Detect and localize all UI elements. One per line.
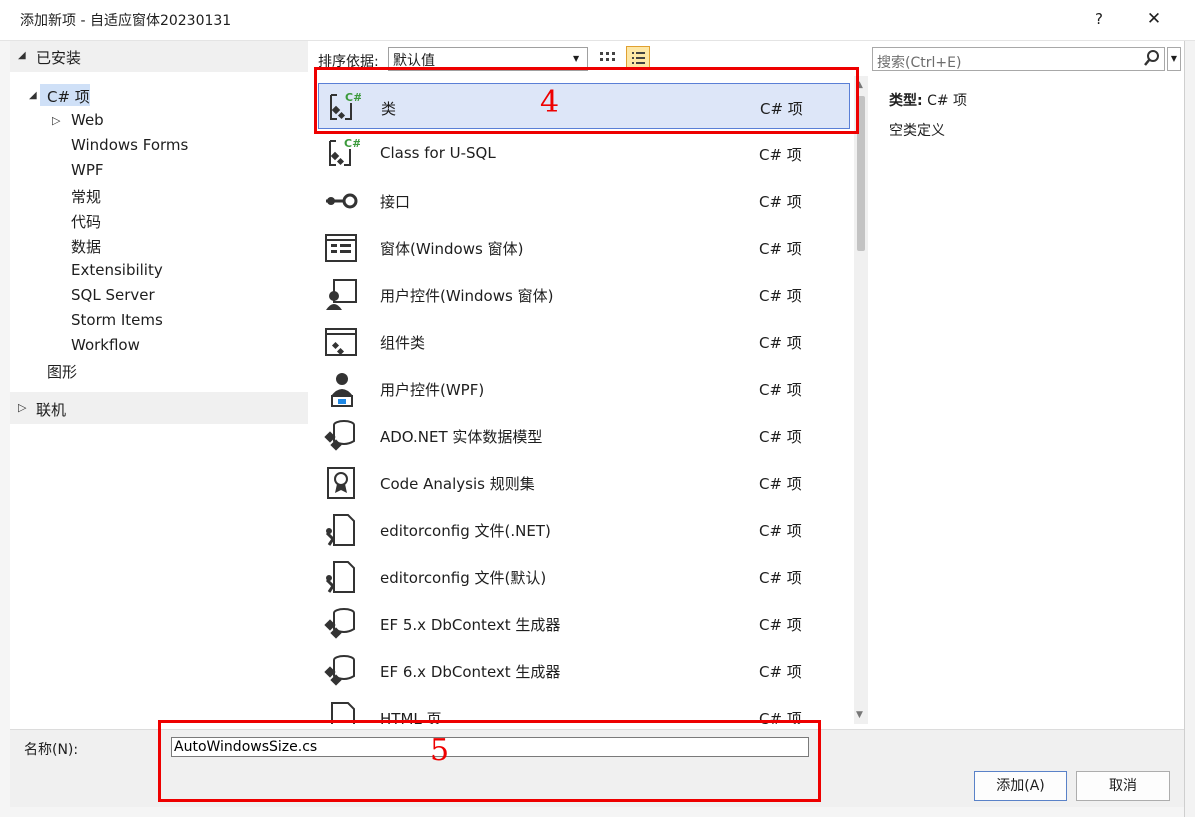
template-type: C# 项	[759, 522, 802, 540]
template-name: EF 6.x DbContext 生成器	[380, 663, 561, 681]
template-item[interactable]: C# Class for U-SQL C# 项	[318, 130, 850, 176]
add-button[interactable]: 添加(A)	[974, 771, 1067, 801]
online-label: 联机	[36, 401, 67, 419]
tree-item-data[interactable]: 数据	[71, 236, 101, 257]
data-model-icon	[322, 417, 360, 455]
name-label: 名称(N):	[24, 742, 79, 758]
template-name: editorconfig 文件(.NET)	[380, 522, 551, 540]
background-editor-left	[0, 40, 10, 817]
template-name: editorconfig 文件(默认)	[380, 569, 547, 587]
config-file-icon	[322, 558, 360, 596]
tree-item-graphics[interactable]: 图形	[47, 361, 77, 382]
collapsed-triangle-icon[interactable]: ▷	[52, 114, 60, 127]
template-type: C# 项	[759, 475, 802, 493]
help-button[interactable]: ?	[1085, 6, 1113, 32]
tree-item-workflow[interactable]: Workflow	[71, 336, 140, 354]
expanded-triangle-icon[interactable]: ◢	[18, 50, 26, 61]
template-item[interactable]: 用户控件(Windows 窗体) C# 项	[318, 271, 850, 317]
tree-item-sql-server[interactable]: SQL Server	[71, 286, 155, 304]
template-item[interactable]: EF 6.x DbContext 生成器 C# 项	[318, 647, 850, 693]
annotation-box-5	[158, 720, 821, 802]
ruleset-icon	[322, 464, 360, 502]
background-editor-right	[1184, 40, 1195, 817]
template-item[interactable]: Code Analysis 规则集 C# 项	[318, 459, 850, 505]
tree-item-storm-items[interactable]: Storm Items	[71, 311, 163, 329]
template-name: 窗体(Windows 窗体)	[380, 240, 524, 258]
data-model-icon	[322, 605, 360, 643]
template-name: Class for U-SQL	[380, 144, 496, 162]
online-header[interactable]: ▷ 联机	[10, 392, 308, 424]
template-name: Code Analysis 规则集	[380, 475, 535, 493]
search-placeholder: 搜索(Ctrl+E)	[877, 55, 962, 71]
svg-text:C#: C#	[344, 137, 360, 150]
template-item[interactable]: 窗体(Windows 窗体) C# 项	[318, 224, 850, 270]
search-icon[interactable]	[1143, 49, 1161, 69]
window-title: 添加新项 - 自适应窗体20230131	[20, 13, 232, 29]
search-options-chevron-icon[interactable]: ▼	[1167, 47, 1181, 71]
template-item[interactable]: editorconfig 文件(.NET) C# 项	[318, 506, 850, 552]
template-type: C# 项	[759, 193, 802, 211]
grid-view-icon[interactable]	[598, 48, 618, 68]
template-type: C# 项	[759, 616, 802, 634]
template-name: 组件类	[380, 334, 426, 352]
scroll-down-icon[interactable]: ▼	[856, 710, 863, 720]
template-item[interactable]: 组件类 C# 项	[318, 318, 850, 364]
template-type: C# 项	[759, 381, 802, 399]
template-list: C# 类 C# 项 C# Class for U-SQL C# 项接口 C# 项窗体(Win…	[314, 76, 854, 724]
tree-item-web[interactable]: Web	[71, 111, 104, 129]
template-item[interactable]: 用户控件(WPF) C# 项	[318, 365, 850, 411]
detail-type-value: C# 项	[927, 93, 968, 109]
template-item[interactable]: 接口 C# 项	[318, 177, 850, 223]
template-type: C# 项	[759, 334, 802, 352]
component-icon	[322, 323, 360, 361]
user-control-icon	[322, 276, 360, 314]
form-icon	[322, 229, 360, 267]
template-name: 用户控件(Windows 窗体)	[380, 287, 554, 305]
close-button[interactable]: ✕	[1140, 6, 1168, 32]
chevron-down-icon: ▼	[573, 54, 580, 63]
annotation-number-5: 5	[430, 733, 450, 768]
interface-icon	[322, 182, 360, 220]
template-item[interactable]: editorconfig 文件(默认) C# 项	[318, 553, 850, 599]
class-icon: C#	[322, 135, 361, 173]
detail-type: 类型: C# 项	[889, 90, 967, 110]
template-type: C# 项	[759, 663, 802, 681]
annotation-number-4: 4	[540, 85, 560, 120]
template-type: C# 项	[759, 146, 802, 164]
template-name: ADO.NET 实体数据模型	[380, 428, 543, 446]
template-item[interactable]: EF 5.x DbContext 生成器 C# 项	[318, 600, 850, 646]
template-name: 接口	[380, 193, 411, 211]
template-type: C# 项	[759, 240, 802, 258]
wpf-user-control-icon	[322, 370, 360, 408]
config-file-icon	[322, 511, 360, 549]
annotation-box-4	[314, 67, 859, 134]
background-editor-bottom	[10, 806, 1184, 817]
tree-item-extensibility[interactable]: Extensibility	[71, 261, 163, 279]
expanded-triangle-icon[interactable]: ◢	[29, 90, 37, 101]
cancel-button[interactable]: 取消	[1076, 771, 1170, 801]
installed-label: 已安装	[36, 49, 82, 67]
template-item[interactable]: ADO.NET 实体数据模型 C# 项	[318, 412, 850, 458]
template-name: EF 5.x DbContext 生成器	[380, 616, 561, 634]
detail-type-label: 类型:	[889, 93, 923, 109]
tree-item-wpf[interactable]: WPF	[71, 161, 104, 179]
data-model-icon	[322, 652, 360, 690]
template-type: C# 项	[759, 287, 802, 305]
template-type: C# 项	[759, 428, 802, 446]
detail-description: 空类定义	[889, 123, 945, 139]
template-name: 用户控件(WPF)	[380, 381, 485, 399]
tree-item-general[interactable]: 常规	[71, 186, 101, 207]
tree-item-code[interactable]: 代码	[71, 211, 101, 232]
template-type: C# 项	[759, 569, 802, 587]
tree-item-csharp[interactable]: C# 项	[47, 86, 90, 107]
tree-item-windows-forms[interactable]: Windows Forms	[71, 136, 188, 154]
installed-header[interactable]: ◢ 已安装	[10, 41, 308, 72]
collapsed-triangle-icon[interactable]: ▷	[18, 401, 26, 414]
